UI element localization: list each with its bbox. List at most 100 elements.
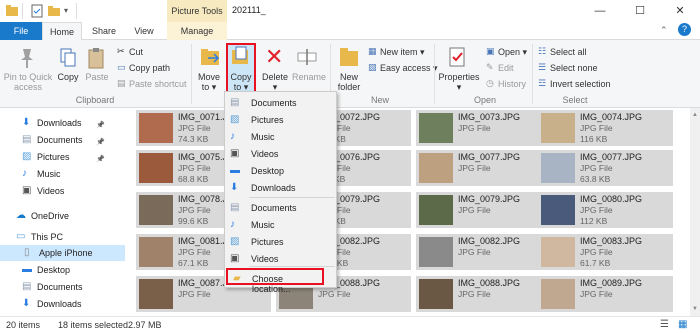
menu-item-documents[interactable]: ▤ Documents: [225, 199, 336, 216]
file-type: JPG File: [458, 205, 491, 215]
nav-item-videos[interactable]: ▣ Videos: [0, 183, 125, 199]
tab-view[interactable]: View: [126, 22, 162, 40]
nav-item-desktop[interactable]: ▬ Desktop: [0, 262, 125, 278]
new-item-button[interactable]: New item ▾: [380, 47, 425, 58]
new-folder-button[interactable]: New folder: [335, 72, 363, 92]
open-button[interactable]: Open ▾: [498, 47, 527, 58]
menu-item-downloads[interactable]: ⬇ Downloads: [225, 179, 336, 196]
menu-item-desktop[interactable]: ▬ Desktop: [225, 162, 336, 179]
file-item[interactable]: IMG_0073.JPG JPG File: [416, 110, 551, 146]
nav-item-downloads[interactable]: ⬇ Downloads 📌: [0, 115, 125, 131]
photo-thumbnail: [541, 153, 575, 183]
menu-item-choose-location[interactable]: ▰ Choose location...: [226, 268, 324, 294]
file-item[interactable]: IMG_0077.JPG JPG File: [416, 150, 551, 186]
nav-item-onedrive[interactable]: ☁ OneDrive: [0, 208, 125, 224]
file-item[interactable]: IMG_0074.JPG JPG File 116 KB: [538, 110, 673, 146]
photo-thumbnail: [139, 195, 173, 225]
menu-item-videos[interactable]: ▣ Videos: [225, 145, 336, 162]
move-to-button[interactable]: Move to ▾: [196, 72, 222, 92]
minimize-button[interactable]: —: [580, 0, 620, 22]
menu-item-label: Choose location...: [252, 274, 291, 294]
menu-item-pictures[interactable]: ▨ Pictures: [225, 233, 336, 250]
file-item[interactable]: IMG_0080.JPG JPG File 112 KB: [538, 192, 673, 228]
edit-icon: ✎: [486, 62, 494, 72]
videos-icon: ▣: [22, 185, 32, 196]
file-name: IMG_0083.JPG: [580, 236, 643, 246]
file-item[interactable]: IMG_0083.JPG JPG File 61.7 KB: [538, 234, 673, 270]
music-icon: ♪: [22, 168, 27, 179]
photo-thumbnail: [139, 153, 173, 183]
nav-item-documents[interactable]: ▤ Documents: [0, 279, 125, 295]
file-item[interactable]: IMG_0082.JPG JPG File: [416, 234, 551, 270]
pin-icon: [21, 49, 33, 68]
nav-item-this-pc[interactable]: ▭ This PC: [0, 229, 125, 245]
file-item[interactable]: IMG_0089.JPG JPG File: [538, 276, 673, 312]
history-icon: ◷: [486, 78, 494, 88]
pictures-icon: ▨: [22, 151, 32, 162]
desktop-icon: ▬: [230, 165, 240, 176]
vertical-scrollbar[interactable]: ▲ ▼: [690, 108, 700, 316]
maximize-button[interactable]: ☐: [620, 0, 660, 22]
details-view-icon[interactable]: ☰: [660, 319, 669, 330]
nav-item-apple-iphone[interactable]: ▯ Apple iPhone: [0, 245, 125, 261]
qa-separator: [22, 3, 23, 19]
tab-home[interactable]: Home: [42, 22, 82, 41]
tab-manage[interactable]: Manage: [167, 22, 227, 40]
invert-selection-button[interactable]: Invert selection: [550, 79, 611, 89]
delete-x-icon: ✕: [265, 44, 284, 69]
nav-item-downloads[interactable]: ⬇ Downloads: [0, 296, 125, 312]
edit-button[interactable]: Edit: [498, 63, 514, 73]
nav-item-label: Pictures: [37, 152, 70, 162]
menu-item-videos[interactable]: ▣ Videos: [225, 250, 336, 267]
nav-item-pictures[interactable]: ▨ Pictures 📌: [0, 149, 125, 165]
menu-item-pictures[interactable]: ▨ Pictures: [225, 111, 336, 128]
menu-item-label: Videos: [251, 149, 279, 159]
paste-button[interactable]: Paste: [84, 72, 110, 82]
nav-item-label: Apple iPhone: [39, 248, 93, 258]
properties-button[interactable]: Properties ▾: [437, 72, 481, 92]
select-all-button[interactable]: Select all: [550, 47, 587, 57]
menu-item-label: Music: [251, 220, 275, 230]
menu-item-label: Documents: [251, 203, 297, 213]
file-type: JPG File: [178, 247, 211, 257]
photo-thumbnail: [541, 279, 575, 309]
properties-qa-icon[interactable]: [30, 4, 44, 18]
file-item[interactable]: IMG_0077.JPG JPG File 63.8 KB: [538, 150, 673, 186]
history-button[interactable]: History: [498, 79, 526, 89]
tab-file[interactable]: File: [0, 22, 42, 40]
new-folder-qa-icon[interactable]: [47, 4, 61, 18]
photo-thumbnail: [541, 113, 575, 143]
menu-item-documents[interactable]: ▤ Documents: [225, 94, 336, 111]
file-item[interactable]: IMG_0088.JPG JPG File: [416, 276, 551, 312]
videos-icon: ▣: [230, 148, 240, 159]
file-size: 99.6 KB: [178, 216, 209, 226]
file-item[interactable]: IMG_0079.JPG JPG File: [416, 192, 551, 228]
paste-shortcut-button[interactable]: Paste shortcut: [129, 79, 187, 89]
menu-item-music[interactable]: ♪ Music: [225, 128, 336, 145]
nav-item-music[interactable]: ♪ Music: [0, 166, 125, 182]
download-icon: ⬇: [22, 298, 31, 309]
rename-button[interactable]: Rename: [292, 72, 326, 82]
qa-customize-icon[interactable]: ▾: [64, 6, 68, 15]
nav-item-documents[interactable]: ▤ Documents 📌: [0, 132, 125, 148]
copy-to-icon: [232, 46, 248, 64]
select-none-button[interactable]: Select none: [550, 63, 598, 73]
easy-access-button[interactable]: Easy access ▾: [380, 63, 438, 74]
copy-to-menu: ▤ Documents ▨ Pictures ♪ Music ▣ Videos ▬ Desktop…: [224, 91, 337, 294]
ribbon-collapse-icon[interactable]: ⌃: [660, 25, 668, 36]
copy-button[interactable]: Copy: [55, 72, 81, 82]
qa-separator: [76, 3, 77, 19]
picture-tools-label: Picture Tools: [167, 0, 227, 22]
help-icon[interactable]: ?: [678, 23, 691, 36]
large-icons-view-icon[interactable]: ▦: [678, 319, 687, 330]
status-bar: 20 items 18 items selected 2.97 MB ☰ ▦: [0, 316, 700, 333]
menu-item-music[interactable]: ♪ Music: [225, 216, 336, 233]
pin-to-quick-access-button[interactable]: Pin to Quick access: [2, 72, 54, 92]
close-button[interactable]: ✕: [660, 0, 700, 22]
copy-path-button[interactable]: Copy path: [129, 63, 170, 73]
tab-share[interactable]: Share: [86, 22, 122, 40]
copy-to-button[interactable]: Copy to ▾: [228, 72, 254, 92]
scissors-icon: ✂: [117, 46, 125, 56]
delete-button[interactable]: Delete ▾: [261, 72, 289, 92]
cut-button[interactable]: Cut: [129, 47, 143, 57]
